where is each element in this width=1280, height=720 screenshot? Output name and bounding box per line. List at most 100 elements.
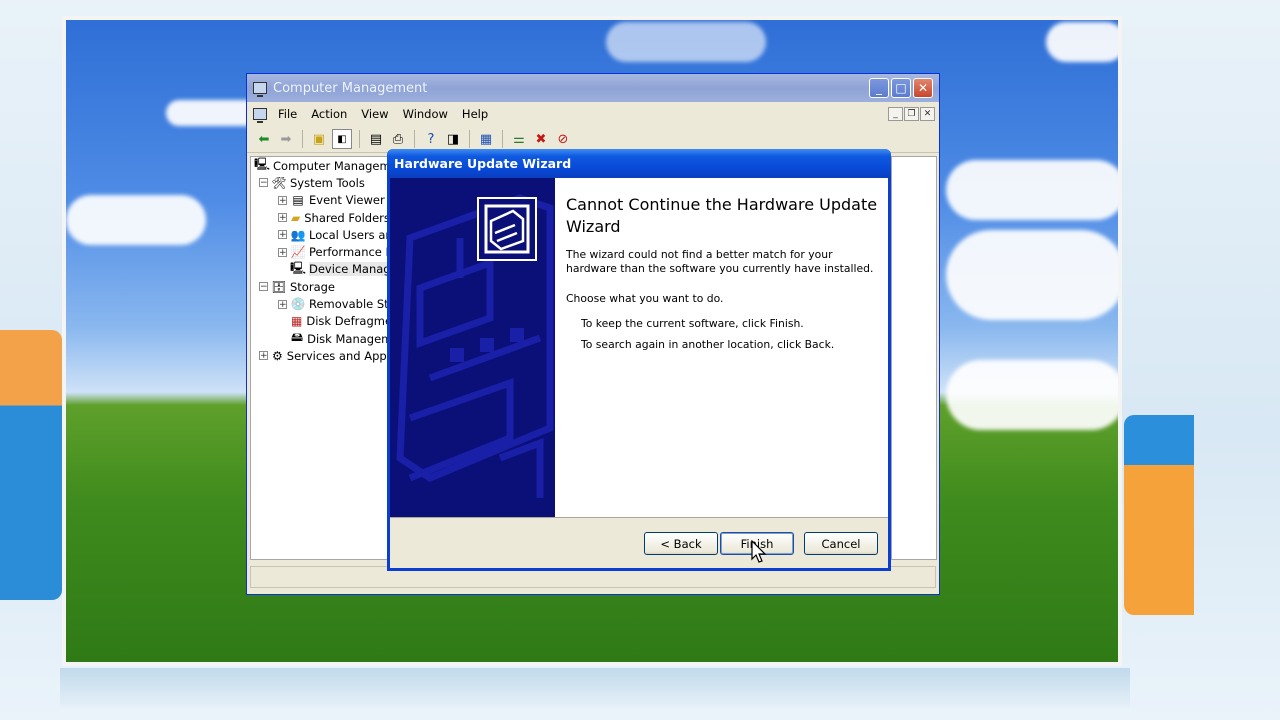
cloud — [946, 160, 1118, 220]
menu-action[interactable]: Action — [304, 107, 354, 121]
cloud — [946, 230, 1118, 320]
forward-arrow-icon[interactable]: ➡ — [277, 130, 295, 148]
cloud — [606, 22, 766, 62]
tree-item-label: System Tools — [290, 175, 365, 190]
tree-item-label: Event Viewer — [309, 193, 385, 208]
right-sofa — [1124, 415, 1194, 615]
help-icon[interactable]: ? — [422, 130, 440, 148]
cm-window-title: Computer Management — [273, 80, 428, 96]
wizard-option-back: To search again in another location, cli… — [581, 338, 835, 351]
performance-icon: 📈 — [290, 245, 306, 260]
toolbar-separator — [414, 130, 415, 148]
maximize-button[interactable]: □ — [891, 78, 911, 98]
computer-icon — [253, 108, 267, 123]
cloud — [946, 360, 1118, 430]
minimize-button[interactable]: _ — [869, 78, 889, 98]
expand-toggle[interactable]: + — [278, 247, 287, 257]
services-icon: ⚙ — [272, 348, 283, 363]
cloud — [1046, 22, 1118, 62]
users-icon: 👥 — [290, 227, 306, 242]
tree-item-label: Device Manage — [309, 262, 387, 277]
floor-reflection — [60, 668, 1130, 708]
removable-storage-icon: 💿 — [290, 297, 306, 312]
hardware-update-wizard-dialog: Hardware Update Wizard Cannot Continue t… — [387, 149, 891, 571]
tree-item-label: Disk Defragmer — [306, 314, 388, 329]
scan-hardware-icon[interactable]: ▦ — [477, 130, 495, 148]
mdi-restore-button[interactable]: ❐ — [904, 107, 919, 121]
update-driver-icon[interactable]: ⚌ — [510, 130, 528, 148]
event-viewer-icon: ▤ — [292, 193, 304, 208]
left-sofa — [0, 330, 62, 600]
cm-title-bar[interactable]: Computer Management _ □ ✕ — [247, 74, 939, 102]
device-manager-icon: 🖳 — [290, 260, 307, 275]
cancel-button[interactable]: Cancel — [804, 532, 878, 555]
menu-help[interactable]: Help — [455, 107, 495, 121]
expand-toggle[interactable]: + — [278, 299, 287, 309]
tree-item-label: Computer Management — [273, 158, 387, 173]
uninstall-icon[interactable]: ✖ — [532, 130, 550, 148]
wizard-body: Cannot Continue the Hardware Update Wiza… — [390, 178, 888, 518]
menu-window[interactable]: Window — [396, 107, 455, 121]
menu-bar: File Action View Window Help _ ❐ ✕ — [247, 102, 939, 126]
expand-toggle[interactable]: + — [278, 213, 287, 223]
mdi-minimize-button[interactable]: _ — [888, 107, 903, 121]
tree-item-label: Performance Lo — [309, 245, 387, 260]
expand-toggle[interactable]: + — [259, 351, 268, 361]
back-button[interactable]: < Back — [644, 532, 718, 555]
wizard-side-graphic — [390, 178, 555, 517]
defrag-icon: ▦ — [291, 314, 303, 329]
wizard-option-finish: To keep the current software, click Fini… — [581, 317, 804, 330]
tree-item-removable-storage[interactable]: + 💿 Removable Stor — [251, 295, 387, 312]
show-hide-pane-icon[interactable]: ◨ — [444, 130, 462, 148]
disk-management-icon: 🖴 — [291, 330, 304, 345]
toolbar-separator — [502, 130, 503, 148]
wizard-content: Cannot Continue the Hardware Update Wiza… — [566, 178, 881, 351]
details-pane[interactable] — [891, 156, 937, 560]
print-icon[interactable]: ⎙ — [389, 130, 407, 148]
cloud — [66, 195, 206, 245]
tree-item-device-manager[interactable]: 🖳 Device Manage — [251, 261, 387, 278]
storage-icon: 🗄 — [271, 279, 287, 294]
tree-item-local-users[interactable]: + 👥 Local Users and — [251, 226, 387, 243]
up-folder-icon[interactable]: ▣ — [310, 130, 328, 148]
expand-toggle[interactable]: + — [278, 195, 287, 205]
properties-icon[interactable]: ▤ — [367, 130, 385, 148]
wizard-title: Hardware Update Wizard — [394, 156, 572, 171]
computer-icon — [253, 82, 267, 97]
hardware-icon — [477, 197, 537, 261]
tree-item-label: Services and Applic — [286, 348, 387, 363]
tree-item-disk-management[interactable]: 🖴 Disk Manageme — [251, 330, 387, 347]
menu-view[interactable]: View — [354, 107, 395, 121]
menu-file[interactable]: File — [271, 107, 304, 121]
tree-item-performance-logs[interactable]: + 📈 Performance Lo — [251, 243, 387, 260]
tree-item-system-tools[interactable]: − 🛠 System Tools — [251, 174, 387, 191]
expand-toggle[interactable]: + — [278, 230, 287, 240]
show-hide-tree-icon[interactable]: ◧ — [332, 129, 352, 149]
mdi-close-button[interactable]: ✕ — [920, 107, 935, 121]
toolbar-separator — [469, 130, 470, 148]
tree-item-event-viewer[interactable]: + ▤ Event Viewer — [251, 192, 387, 209]
tree-item-shared-folders[interactable]: + ▰ Shared Folders — [251, 209, 387, 226]
toolbar-separator — [302, 130, 303, 148]
tree-item-label: Shared Folders — [304, 210, 388, 225]
tree-item-label: Disk Manageme — [307, 331, 387, 346]
wizard-message: The wizard could not find a better match… — [566, 248, 874, 275]
collapse-toggle[interactable]: − — [259, 282, 268, 292]
wizard-choose-text: Choose what you want to do. — [566, 292, 724, 305]
toolbar-separator — [359, 130, 360, 148]
disable-icon[interactable]: ⊘ — [554, 130, 572, 148]
console-tree: 🖳 Computer Management − 🛠 System Tools +… — [250, 156, 388, 560]
close-button[interactable]: ✕ — [913, 78, 933, 98]
tools-icon: 🛠 — [271, 175, 287, 190]
back-arrow-icon[interactable]: ⬅ — [255, 130, 273, 148]
tree-item-label: Local Users and — [309, 227, 387, 242]
tree-item-disk-defragmenter[interactable]: ▦ Disk Defragmer — [251, 313, 387, 330]
collapse-toggle[interactable]: − — [259, 178, 268, 188]
wizard-title-bar[interactable]: Hardware Update Wizard — [387, 149, 891, 178]
tree-item-computer-management[interactable]: 🖳 Computer Management — [251, 157, 387, 174]
tree-item-label: Removable Stor — [309, 297, 388, 312]
tree-item-services-applications[interactable]: + ⚙ Services and Applic — [251, 347, 387, 364]
wizard-heading: Cannot Continue the Hardware Update Wiza… — [566, 195, 878, 236]
tree-item-storage[interactable]: − 🗄 Storage — [251, 278, 387, 295]
tree-item-label: Storage — [290, 279, 335, 294]
